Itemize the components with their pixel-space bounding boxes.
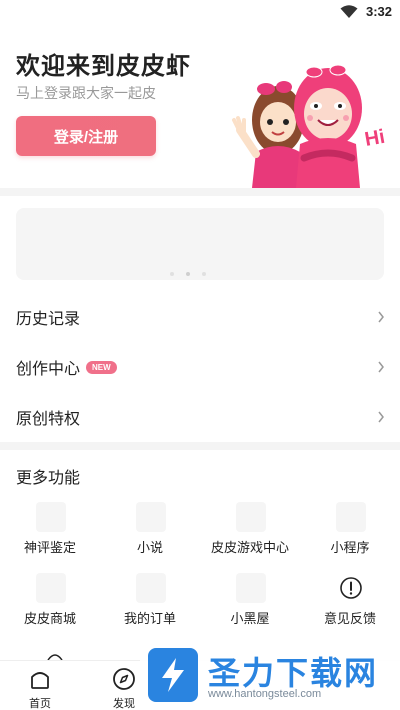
status-bar: 3:32 (0, 0, 400, 26)
menu-item-original-privilege[interactable]: 原创特权 (0, 392, 400, 442)
banner-dot (170, 272, 174, 276)
banner[interactable] (16, 208, 384, 280)
feature-icon (236, 573, 266, 603)
compass-icon (113, 668, 135, 690)
section-divider (0, 188, 400, 196)
feature-novel[interactable]: 小说 (100, 502, 200, 562)
feature-icon (36, 502, 66, 532)
feature-label: 皮皮游戏中心 (210, 541, 289, 556)
mascot-hi-text: Hi (363, 126, 387, 151)
chevron-right-icon (378, 361, 384, 373)
mascot-illustration: Hi (232, 64, 387, 188)
new-badge: NEW (86, 360, 117, 374)
section-divider (0, 442, 400, 450)
welcome-subtitle: 马上登录跟大家一起皮 (16, 86, 156, 102)
feature-icon (136, 502, 166, 532)
chevron-right-icon (378, 411, 384, 423)
feature-label: 小程序 (330, 541, 370, 556)
nav-home[interactable]: 首页 (15, 665, 65, 710)
nav-label: 首页 (29, 697, 51, 710)
more-functions-title: 更多功能 (16, 468, 81, 487)
login-register-button[interactable]: 登录/注册 (16, 116, 156, 156)
watermark-url: www.hantongsteel.com (208, 688, 322, 700)
feature-label: 我的订单 (123, 612, 176, 627)
home-icon (31, 672, 49, 689)
feature-label: 神评鉴定 (23, 541, 76, 556)
feature-blacklist-room[interactable]: 小黑屋 (200, 573, 300, 633)
chevron-right-icon (378, 311, 384, 323)
menu-item-history[interactable]: 历史记录 (0, 292, 400, 342)
feature-label: 小说 (136, 541, 163, 556)
lightning-icon (162, 658, 184, 692)
menu-item-label: 原创特权 (16, 409, 81, 428)
feature-label: 意见反馈 (323, 612, 376, 627)
banner-dot (202, 272, 206, 276)
feature-my-orders[interactable]: 我的订单 (100, 573, 200, 633)
menu-item-creation-center[interactable]: 创作中心 NEW (0, 342, 400, 392)
feature-mall[interactable]: 皮皮商城 (0, 573, 100, 633)
feature-icon (236, 502, 266, 532)
feature-icon (336, 502, 366, 532)
partial-feature-icon (47, 654, 63, 660)
wifi-icon (340, 5, 358, 18)
feature-label: 皮皮商城 (23, 612, 76, 627)
feature-icon (36, 573, 66, 603)
feature-mini-program[interactable]: 小程序 (300, 502, 400, 562)
menu-item-label: 创作中心 (16, 359, 81, 378)
feature-icon (136, 573, 166, 603)
exclamation-circle-icon (340, 577, 362, 599)
menu-item-label: 历史记录 (16, 309, 81, 328)
banner-dot (186, 272, 190, 276)
feature-game-center[interactable]: 皮皮游戏中心 (200, 502, 300, 562)
watermark: 圣力下载网 www.hantongsteel.com (140, 640, 400, 710)
watermark-logo (148, 648, 198, 702)
feature-label: 小黑屋 (230, 612, 270, 627)
welcome-title: 欢迎来到皮皮虾 (16, 52, 191, 80)
status-time: 3:32 (365, 4, 392, 19)
feature-feedback[interactable]: 意见反馈 (300, 573, 400, 633)
feature-comment-appraisal[interactable]: 神评鉴定 (0, 502, 100, 562)
